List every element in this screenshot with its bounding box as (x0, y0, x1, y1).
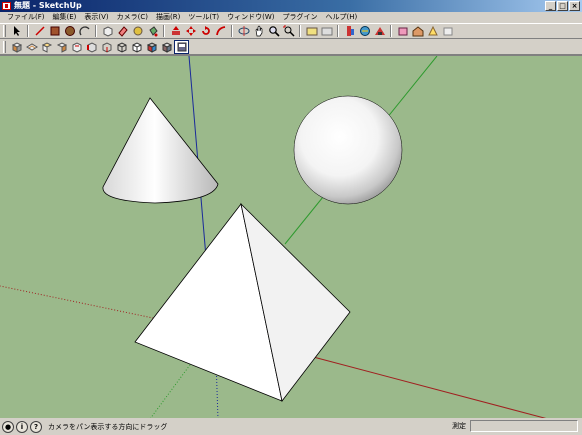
status-hint-text: カメラをパン表示する方向にドラッグ (48, 422, 168, 431)
close-button[interactable]: × (569, 1, 580, 11)
toolbar-separator (299, 25, 301, 37)
shadow-icon[interactable] (372, 24, 387, 38)
arc-icon[interactable] (77, 24, 92, 38)
scene-canvas[interactable] (0, 56, 582, 418)
geo-location-status-icon[interactable]: ● (2, 420, 14, 433)
title-bar: 無題 - SketchUp _ □ × (0, 0, 582, 12)
warehouse-icon[interactable] (410, 24, 425, 38)
eraser-icon[interactable] (115, 24, 130, 38)
menu-help[interactable]: ヘルプ(H) (321, 12, 361, 23)
xray-icon[interactable] (99, 40, 114, 54)
menu-file[interactable]: ファイル(F) (3, 12, 49, 23)
orbit-icon[interactable] (236, 24, 251, 38)
menu-plugins[interactable]: プラグイン (278, 12, 321, 23)
wireframe-icon[interactable] (114, 40, 129, 54)
main-toolbar (0, 23, 582, 39)
cone-model[interactable] (102, 97, 219, 204)
model-viewport[interactable] (0, 55, 582, 418)
menu-view[interactable]: 表示(V) (80, 12, 112, 23)
credits-status-icon[interactable]: i (16, 420, 28, 433)
help-status-icon[interactable]: ? (30, 420, 42, 433)
menu-draw[interactable]: 描画(R) (152, 12, 184, 23)
shaded-icon[interactable] (144, 40, 159, 54)
push-pull-icon[interactable] (168, 24, 183, 38)
minimize-button[interactable]: _ (545, 1, 556, 11)
toolbar-separator (337, 25, 339, 37)
toolbar-grip[interactable] (3, 40, 6, 53)
menu-window[interactable]: ウィンドウ(W) (223, 12, 278, 23)
zoom-extents-icon[interactable] (281, 24, 296, 38)
tape-measure-icon[interactable] (130, 24, 145, 38)
sketchup-app-icon[interactable] (2, 2, 11, 10)
measurements-label: 測定 (452, 422, 466, 430)
views-toolbar (0, 39, 582, 55)
hidden-line-icon[interactable] (129, 40, 144, 54)
menu-edit[interactable]: 編集(E) (49, 12, 81, 23)
top-view-icon[interactable] (24, 40, 39, 54)
next-view-icon[interactable] (319, 24, 334, 38)
toolbar-separator (231, 25, 233, 37)
send-model-icon[interactable] (440, 24, 455, 38)
window-controls: _ □ × (545, 1, 580, 11)
previous-view-icon[interactable] (304, 24, 319, 38)
line-icon[interactable] (32, 24, 47, 38)
toolbar-separator (95, 25, 97, 37)
menu-tools[interactable]: ツール(T) (184, 12, 223, 23)
rectangle-icon[interactable] (47, 24, 62, 38)
pyramid-model[interactable] (134, 202, 351, 402)
menu-bar: ファイル(F) 編集(E) 表示(V) カメラ(C) 描画(R) ツール(T) … (0, 12, 582, 23)
toolbar-separator (163, 25, 165, 37)
menu-camera[interactable]: カメラ(C) (113, 12, 152, 23)
measurements-input[interactable] (470, 420, 578, 432)
front-view-icon[interactable] (39, 40, 54, 54)
iso-view-icon[interactable] (9, 40, 24, 54)
window-title: 無題 - SketchUp (14, 1, 82, 10)
component-icon[interactable] (342, 24, 357, 38)
paint-bucket-icon[interactable] (145, 24, 160, 38)
select-icon[interactable] (9, 24, 24, 38)
make-component-icon[interactable] (100, 24, 115, 38)
share-icon[interactable] (425, 24, 440, 38)
maximize-button[interactable]: □ (557, 1, 568, 11)
geo-location-icon[interactable] (357, 24, 372, 38)
pan-icon[interactable] (251, 24, 266, 38)
zoom-icon[interactable] (266, 24, 281, 38)
rotate-icon[interactable] (198, 24, 213, 38)
follow-me-icon[interactable] (213, 24, 228, 38)
right-view-icon[interactable] (54, 40, 69, 54)
left-view-icon[interactable] (84, 40, 99, 54)
sphere-model[interactable] (293, 95, 403, 205)
toolbar-separator (390, 25, 392, 37)
textured-icon[interactable] (159, 40, 174, 54)
move-icon[interactable] (183, 24, 198, 38)
status-bar: ● i ? カメラをパン表示する方向にドラッグ 測定 (0, 418, 582, 435)
back-view-icon[interactable] (69, 40, 84, 54)
toolbar-separator (27, 25, 29, 37)
photo-match-icon[interactable] (395, 24, 410, 38)
monochrome-icon[interactable] (174, 39, 189, 54)
toolbar-grip[interactable] (3, 25, 6, 37)
circle-icon[interactable] (62, 24, 77, 38)
